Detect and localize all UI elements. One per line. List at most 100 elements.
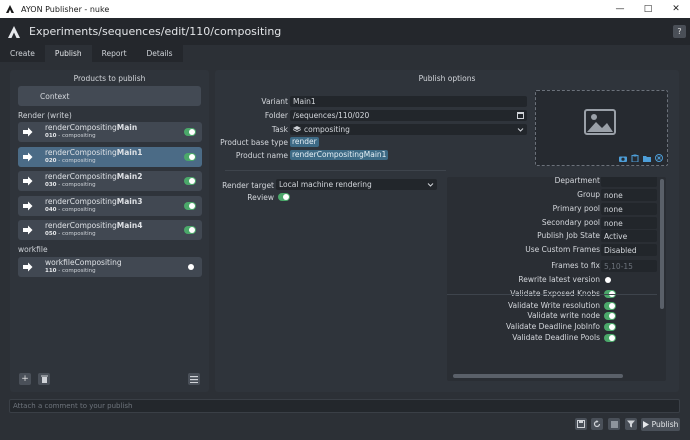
product-enable-toggle[interactable] [184,263,196,271]
ayon-logo-icon [5,4,15,14]
publish-label: Publish [651,420,679,429]
chevron-down-icon [427,181,434,188]
attribute-value[interactable]: 5,10-15 [601,260,657,272]
delete-product-button[interactable] [38,373,50,385]
folder-browse-icon[interactable] [517,112,524,119]
product-task: - compositing [56,158,96,164]
attribute-toggle[interactable] [604,276,616,284]
paste-icon[interactable] [631,154,639,162]
task-label: Task [271,125,288,134]
product-number: 110 [45,268,57,274]
tab-publish[interactable]: Publish [44,45,92,62]
help-button[interactable]: ? [673,25,686,38]
product-number: 040 [45,207,57,213]
task-dropdown[interactable]: compositing [290,124,527,135]
product-item[interactable]: renderCompositingMain4 050 - compositing [18,220,202,240]
attribute-value[interactable]: Disabled [601,244,657,256]
product-enable-toggle[interactable] [184,177,196,185]
render-target-value: Local machine rendering [279,180,372,189]
attribute-label: Publish Job State [537,231,600,240]
close-button[interactable]: ✕ [662,0,690,18]
attribute-row: Use Custom Frames Disabled [447,244,657,256]
product-name: renderCompositingMain4 [45,221,143,230]
attribute-row: Frames to fix 5,10-15 [447,260,657,272]
attribute-row: Validate Deadline Pools [447,332,657,344]
attribute-toggle[interactable] [604,323,616,331]
folder-value: /sequences/110/020 [293,111,370,120]
image-placeholder-icon [584,109,616,135]
attribute-toggle[interactable] [604,312,616,320]
product-enable-toggle[interactable] [184,226,196,234]
attribute-label: Validate Write resolution [507,301,600,310]
product-task: - compositing [56,133,96,139]
render-target-dropdown[interactable]: Local machine rendering [276,179,437,190]
product-name: renderCompositingMain [45,123,138,132]
context-path: Experiments/sequences/edit/110/compositi… [29,25,282,38]
product-enable-toggle[interactable] [184,202,196,210]
save-icon[interactable] [575,418,587,430]
attribute-label: Department [554,177,600,185]
attribute-value[interactable]: none [601,203,657,215]
context-item[interactable]: Context [18,86,201,106]
product-item[interactable]: renderCompositingMain2 030 - compositing [18,171,202,191]
window-title: AYON Publisher - nuke [21,4,110,14]
horizontal-scrollbar[interactable] [453,374,623,378]
window-titlebar: AYON Publisher - nuke — □ ✕ [0,0,690,18]
attribute-label: Validate write node [527,311,600,320]
attribute-value[interactable]: none [601,189,657,201]
product-enable-toggle[interactable] [184,128,196,136]
attribute-label: Validate Deadline JobInfo [505,322,600,331]
render-write-icon [23,225,33,235]
attribute-value[interactable] [601,177,657,187]
product-enable-toggle[interactable] [184,153,196,161]
tab-report[interactable]: Report [91,45,137,62]
product-item[interactable]: renderCompositingMain 010 - compositing [18,122,202,142]
review-toggle[interactable] [278,193,290,201]
variant-field[interactable]: Main1 [290,96,527,107]
product-name: renderCompositingMain1 [45,148,143,157]
render-write-icon [23,201,33,211]
attribute-value[interactable]: Active [601,230,657,242]
publish-options-panel: Publish options Variant Main1 Folder /se… [215,70,679,392]
product-name-value: renderCompositingMain1 [290,150,389,160]
render-target-label: Render target [222,181,274,190]
stop-icon[interactable] [608,418,620,430]
options-separator [225,170,446,171]
vertical-scrollbar[interactable] [660,179,664,309]
thumbnail-dropzone[interactable] [535,90,668,166]
product-item[interactable]: renderCompositingMain1 020 - compositing [18,147,202,167]
attribute-label: Validate Deadline Pools [512,333,600,342]
clear-icon[interactable] [655,154,663,162]
product-number: 010 [45,133,57,139]
attribute-toggle[interactable] [604,334,616,342]
product-item-workfile[interactable]: workfileCompositing 110 - compositing [18,257,202,277]
camera-icon[interactable] [619,154,627,162]
product-name-label: Product name [235,151,288,160]
tab-details[interactable]: Details [136,45,183,62]
product-task: - compositing [56,231,96,237]
tab-bar: Create Publish Report Details [0,45,183,62]
folder-field[interactable]: /sequences/110/020 [290,110,527,121]
attribute-toggle[interactable] [604,302,616,310]
publish-button[interactable]: Publish [641,418,680,431]
menu-button[interactable] [188,373,200,385]
review-label: Review [247,193,274,202]
minimize-button[interactable]: — [606,0,634,18]
task-value: compositing [304,125,350,134]
product-item[interactable]: renderCompositingMain3 040 - compositing [18,196,202,216]
add-product-button[interactable]: + [19,373,31,385]
product-name: renderCompositingMain3 [45,197,143,206]
maximize-button[interactable]: □ [634,0,662,18]
comment-input[interactable]: Attach a comment to your publish [9,399,680,413]
attribute-row: Publish Job State Active [447,230,657,242]
attribute-label: Group [577,190,600,199]
group-label-workfile: workfile [18,245,48,254]
reset-icon[interactable] [591,418,603,430]
folder-icon[interactable] [643,154,651,162]
product-task: - compositing [56,182,96,188]
tab-create[interactable]: Create [0,45,45,62]
validate-icon[interactable] [625,418,637,430]
attribute-row: Department [447,177,657,187]
product-task: - compositing [56,207,96,213]
attribute-value[interactable]: none [601,217,657,229]
